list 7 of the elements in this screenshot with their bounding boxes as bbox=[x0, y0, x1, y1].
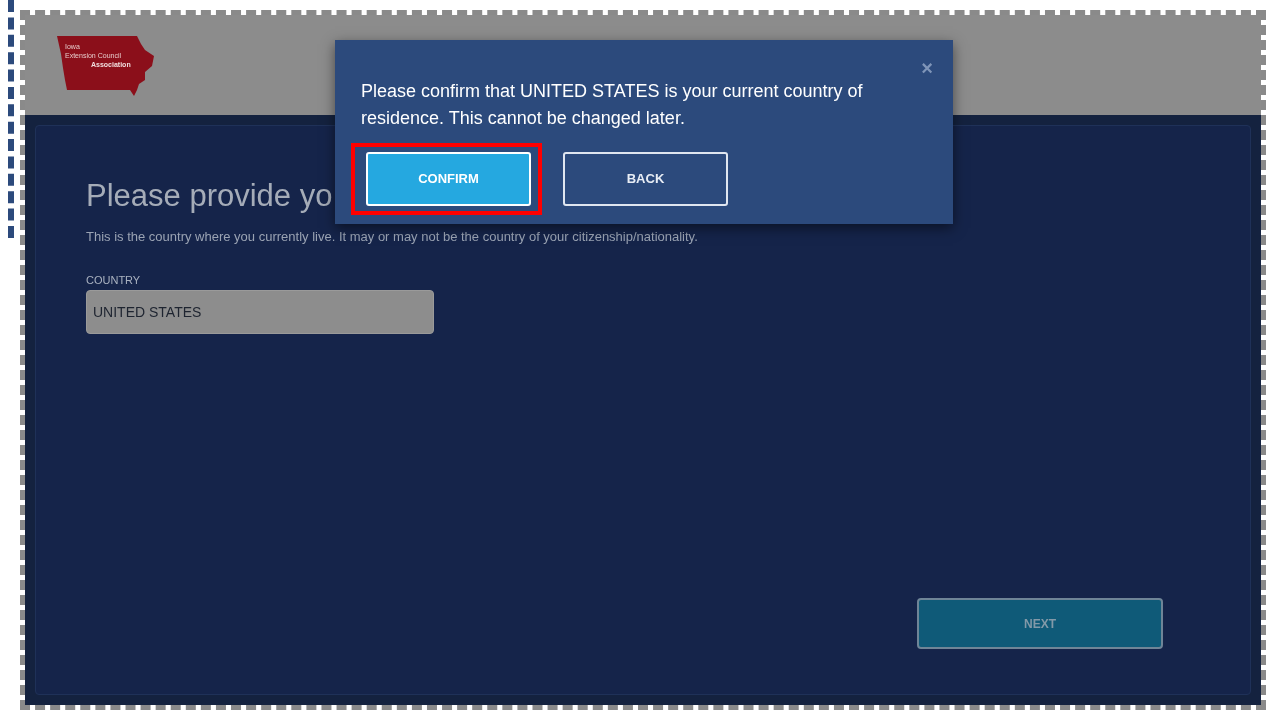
confirm-button[interactable]: CONFIRM bbox=[366, 152, 531, 206]
field-label: COUNTRY bbox=[86, 272, 142, 288]
dialog-message: Please confirm that UNITED STATES is your current country of residence. This cannot be changed later. bbox=[361, 80, 864, 130]
back-button[interactable]: BACK bbox=[563, 152, 728, 206]
close-button[interactable]: × bbox=[921, 58, 933, 78]
page-subtitle: This is the country where you currently live. It may or may not be the country of your citizenship/nationality. bbox=[86, 228, 698, 246]
page-heading: Please provide yo bbox=[86, 180, 333, 211]
